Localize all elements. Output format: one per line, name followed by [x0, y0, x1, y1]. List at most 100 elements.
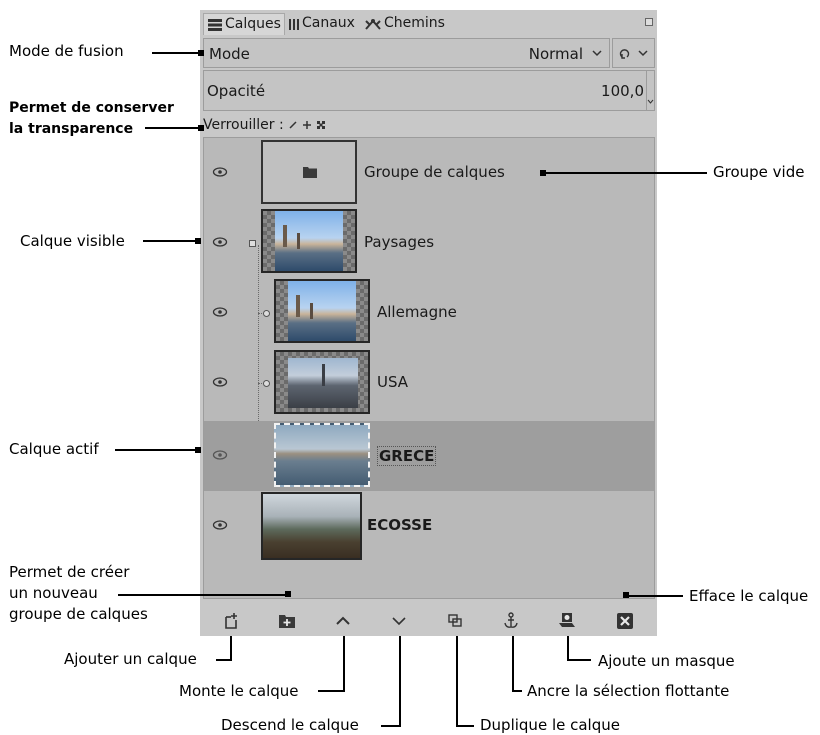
annotation-new-group-3: groupe de calques [9, 605, 148, 623]
annotation-marker [198, 125, 204, 131]
eye-icon[interactable] [212, 374, 228, 390]
layer-link-icon [263, 310, 270, 317]
layer-name[interactable]: USA [377, 373, 408, 391]
tab-layers[interactable]: Calques [203, 13, 285, 35]
layer-row-ecosse[interactable]: ECOSSE [204, 491, 654, 561]
tab-channels[interactable]: Canaux [288, 13, 355, 34]
annotation-leader [567, 659, 591, 661]
opacity-value: 100,0 [601, 82, 644, 100]
annotation-delete-layer: Efface le calque [689, 587, 809, 605]
annotation-add-layer: Ajouter un calque [64, 650, 197, 668]
eye-icon[interactable] [212, 164, 228, 180]
layers-icon [208, 18, 222, 31]
paths-icon [365, 18, 381, 30]
annotation-new-group-2: un nouveau [9, 584, 98, 602]
layer-link-icon [263, 380, 270, 387]
dock-tab-bar: Calques Canaux Chemins [200, 10, 657, 36]
lower-layer-button[interactable] [387, 609, 411, 633]
dock-grip-icon[interactable] [425, 3, 435, 17]
chevron-down-icon [592, 50, 602, 57]
annotation-leader [627, 595, 683, 597]
raise-layer-button[interactable] [331, 609, 355, 633]
delete-icon [617, 613, 633, 629]
annotation-leader [145, 127, 202, 129]
annotation-leader [143, 240, 199, 242]
annotation-leader [567, 636, 569, 661]
annotation-blend-mode: Mode de fusion [9, 42, 124, 60]
layer-row-paysages[interactable]: Paysages [204, 208, 654, 278]
layer-thumbnail [261, 209, 357, 273]
annotation-raise-layer: Monte le calque [179, 682, 299, 700]
channels-icon [289, 18, 299, 30]
annotation-new-group-1: Permet de créer [9, 563, 130, 581]
dock-menu-icon[interactable] [645, 18, 653, 26]
annotation-visible-layer: Calque visible [20, 232, 125, 250]
annotation-leader [381, 725, 401, 727]
tab-layers-label: Calques [225, 16, 281, 32]
new-group-icon [279, 615, 295, 628]
lock-alpha-icon[interactable] [316, 120, 326, 130]
annotation-active-layer: Calque actif [9, 440, 99, 458]
opacity-spin-buttons[interactable] [646, 71, 654, 110]
layer-thumbnail [261, 140, 357, 204]
layer-name[interactable]: Allemagne [377, 303, 457, 321]
eye-icon[interactable] [212, 304, 228, 320]
new-layer-icon [225, 613, 237, 629]
annotation-marker [285, 591, 291, 597]
layer-row-grece[interactable]: GRECE [204, 421, 654, 491]
duplicate-layer-button[interactable] [443, 609, 467, 633]
chevron-down-icon [392, 617, 406, 626]
annotation-marker [195, 447, 201, 453]
annotation-leader [512, 636, 514, 692]
eye-icon[interactable] [212, 447, 228, 463]
layer-name[interactable]: GRECE [377, 446, 437, 466]
annotation-leader [544, 172, 707, 174]
layer-name[interactable]: Paysages [364, 233, 434, 251]
tab-paths-label: Chemins [384, 15, 445, 31]
new-layer-group-button[interactable] [275, 609, 299, 633]
opacity-label: Opacité [207, 82, 266, 100]
tab-paths[interactable]: Chemins [364, 13, 445, 34]
annotation-leader [456, 636, 458, 727]
layers-dock-panel: Calques Canaux Chemins Mode Normal Opaci… [200, 10, 657, 636]
add-mask-button[interactable] [555, 609, 579, 633]
lock-label: Verrouiller : [203, 117, 284, 133]
annotation-preserve-transparency-2: la transparence [9, 121, 134, 137]
layer-row-allemagne[interactable]: Allemagne [204, 278, 654, 348]
layer-thumbnail [274, 423, 370, 487]
chevron-down-icon [638, 50, 648, 57]
layer-row-usa[interactable]: USA [204, 348, 654, 418]
annotation-leader [399, 636, 401, 727]
annotation-leader [115, 449, 199, 451]
anchor-icon [504, 612, 518, 628]
annotation-leader [152, 52, 202, 54]
annotation-marker [198, 50, 204, 56]
lock-position-icon[interactable] [302, 120, 312, 130]
eye-icon[interactable] [212, 517, 228, 533]
layers-list: Groupe de calques Paysages Allemagne USA… [203, 137, 655, 599]
delete-layer-button[interactable] [613, 609, 637, 633]
lock-pixels-icon[interactable] [288, 120, 298, 130]
annotation-lower-layer: Descend le calque [221, 716, 359, 734]
chevron-up-icon [336, 616, 350, 625]
mode-select[interactable]: Mode Normal [203, 38, 610, 68]
layer-name[interactable]: ECOSSE [367, 516, 432, 534]
layer-name[interactable]: Groupe de calques [364, 163, 505, 181]
opacity-spinscale[interactable]: Opacité 100,0 [203, 70, 655, 111]
new-layer-button[interactable] [219, 609, 243, 633]
layer-thumbnail [274, 279, 370, 343]
duplicate-icon [448, 614, 462, 627]
annotation-empty-group: Groupe vide [713, 163, 805, 181]
chevron-down-icon [647, 99, 654, 104]
mode-value: Normal [528, 45, 583, 63]
composite-mode-select[interactable] [612, 38, 655, 68]
tab-channels-label: Canaux [302, 15, 355, 31]
collapse-expander-icon[interactable] [249, 240, 256, 247]
annotation-leader [512, 690, 522, 692]
annotation-preserve-transparency-1: Permet de conserver [9, 100, 174, 116]
composite-mode-icon [619, 49, 630, 59]
eye-icon[interactable] [212, 234, 228, 250]
annotation-leader [343, 636, 345, 692]
anchor-layer-button[interactable] [499, 609, 523, 633]
annotation-duplicate-layer: Duplique le calque [480, 716, 620, 734]
